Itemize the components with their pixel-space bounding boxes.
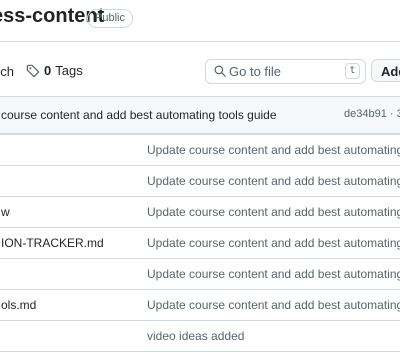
file-commit-message[interactable]: Update course content and add best autom…: [147, 267, 400, 281]
branch-count-link[interactable]: nch: [0, 64, 14, 79]
visibility-badge: Public: [87, 9, 133, 28]
tags-count: 0: [44, 63, 52, 78]
table-row[interactable]: ION-TRACKER.md Update course content and…: [0, 227, 400, 258]
file-commit-message[interactable]: Update course content and add best autom…: [147, 205, 400, 219]
table-row[interactable]: ols.md Update course content and add bes…: [0, 289, 400, 320]
add-file-button[interactable]: Add: [371, 59, 400, 82]
tag-icon: [26, 64, 40, 77]
go-to-file-placeholder: Go to file: [229, 64, 282, 79]
file-commit-message[interactable]: video ideas added: [147, 329, 244, 343]
file-name[interactable]: ols.md: [1, 298, 36, 312]
tags-link[interactable]: 0 Tags: [26, 63, 83, 78]
table-row[interactable]: Update course content and add best autom…: [0, 165, 400, 196]
table-row[interactable]: Update course content and add best autom…: [0, 258, 400, 289]
file-name[interactable]: ION-TRACKER.md: [1, 236, 104, 250]
go-to-file-shortcut: t: [345, 63, 360, 79]
file-commit-message[interactable]: Update course content and add best autom…: [147, 174, 400, 188]
file-name[interactable]: w: [1, 205, 10, 219]
go-to-file-input[interactable]: Go to file t: [205, 59, 366, 84]
file-table: course content and add best automating t…: [0, 96, 400, 352]
table-row[interactable]: Update course content and add best autom…: [0, 134, 400, 165]
search-icon: [214, 65, 226, 77]
latest-commit-message[interactable]: course content and add best automating t…: [1, 108, 277, 122]
latest-commit-meta[interactable]: de34b91 · 3 d: [344, 108, 400, 120]
file-commit-message[interactable]: Update course content and add best autom…: [147, 143, 400, 157]
file-commit-message[interactable]: Update course content and add best autom…: [147, 236, 400, 250]
table-row[interactable]: video ideas added: [0, 320, 400, 351]
latest-commit-bar: course content and add best automating t…: [0, 97, 400, 134]
tags-label: Tags: [55, 63, 83, 78]
file-commit-message[interactable]: Update course content and add best autom…: [147, 298, 400, 312]
header-divider: [0, 41, 400, 42]
table-row[interactable]: w Update course content and add best aut…: [0, 196, 400, 227]
